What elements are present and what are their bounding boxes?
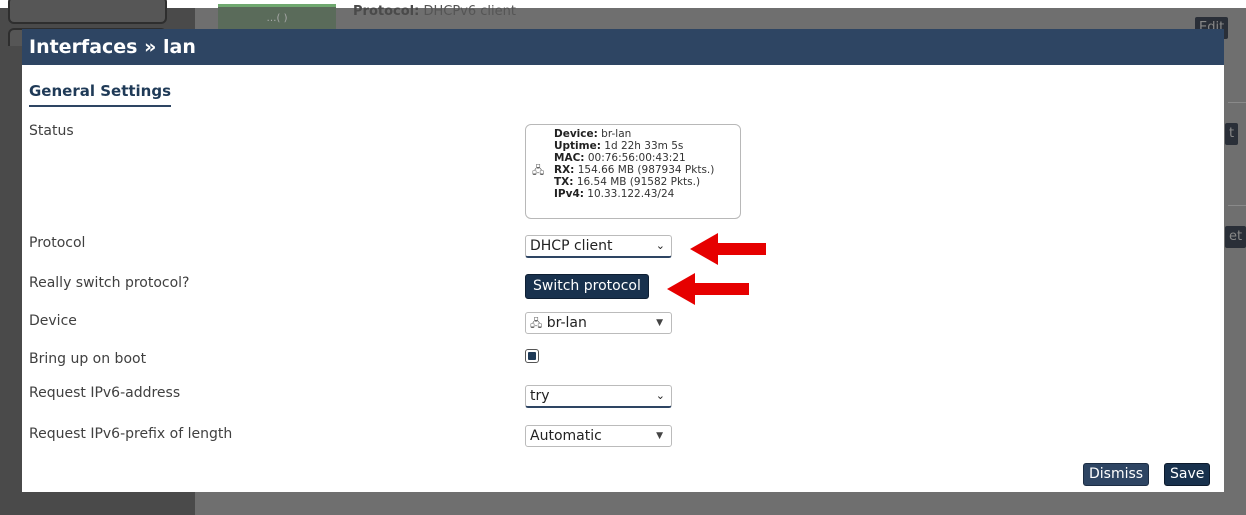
switch-protocol-button[interactable]: Switch protocol — [525, 274, 649, 299]
ipv6-address-select-value: try — [530, 388, 550, 404]
network-device-icon: 🖧 — [532, 164, 545, 177]
red-arrow-annotation — [667, 273, 749, 305]
background-divider — [1228, 205, 1246, 206]
ipv6-address-label: Request IPv6-address — [29, 385, 181, 401]
save-button[interactable]: Save — [1164, 463, 1211, 486]
device-label: Device — [29, 313, 77, 329]
page-top-strip — [0, 0, 1246, 8]
background-interface-icon-text: …( ) — [266, 13, 288, 24]
background-protocol-label: Protocol: — [353, 4, 420, 19]
modal-title: Interfaces » lan — [22, 29, 1224, 65]
protocol-label: Protocol — [29, 235, 86, 251]
network-device-icon: 🖧 — [530, 317, 543, 330]
ipv6-prefix-select[interactable]: Automatic ▼ — [525, 425, 672, 447]
dropdown-triangle-icon: ▼ — [656, 318, 663, 328]
chevron-down-icon: ⌄ — [655, 389, 665, 402]
status-label: Status — [29, 123, 74, 139]
status-device: br-lan — [601, 128, 632, 140]
status-mac: 00:76:56:00:43:21 — [587, 152, 686, 164]
device-select-value: br-lan — [546, 315, 587, 331]
switch-protocol-label: Really switch protocol? — [29, 275, 190, 291]
status-details: Device: br-lan Uptime: 1d 22h 33m 5s MAC… — [554, 128, 715, 200]
status-rx: 154.66 MB (987934 Pkts.) — [577, 164, 715, 176]
device-select[interactable]: 🖧 br-lan ▼ — [525, 312, 672, 334]
sidebar-nav-item — [8, 0, 167, 24]
background-reset-button: et — [1225, 226, 1246, 248]
dropdown-triangle-icon: ▼ — [656, 431, 663, 441]
ipv6-prefix-label: Request IPv6-prefix of length — [29, 426, 233, 442]
ipv6-prefix-select-value: Automatic — [530, 428, 602, 444]
background-divider — [1228, 102, 1246, 103]
tab-general-settings[interactable]: General Settings — [29, 82, 172, 107]
interface-modal: Interfaces » lan General Settings Status… — [22, 29, 1224, 492]
bring-up-on-boot-checkbox[interactable] — [525, 349, 539, 363]
status-ipv4: 10.33.122.43/24 — [587, 188, 675, 200]
chevron-down-icon: ⌄ — [655, 239, 665, 252]
status-box: 🖧 Device: br-lan Uptime: 1d 22h 33m 5s M… — [525, 124, 741, 219]
background-protocol-value: DHCPv6 client — [423, 4, 516, 19]
background-edit-button-2: t — [1225, 123, 1239, 145]
status-uptime: 1d 22h 33m 5s — [604, 140, 684, 152]
background-protocol-text: Protocol: DHCPv6 client — [353, 4, 516, 19]
protocol-select-value: DHCP client — [530, 238, 613, 254]
boot-label: Bring up on boot — [29, 351, 147, 367]
dismiss-button[interactable]: Dismiss — [1083, 463, 1150, 486]
red-arrow-annotation — [690, 233, 766, 265]
ipv6-address-select[interactable]: try ⌄ — [525, 385, 672, 408]
protocol-select[interactable]: DHCP client ⌄ — [525, 235, 672, 258]
status-tx: 16.54 MB (91582 Pkts.) — [576, 176, 701, 188]
